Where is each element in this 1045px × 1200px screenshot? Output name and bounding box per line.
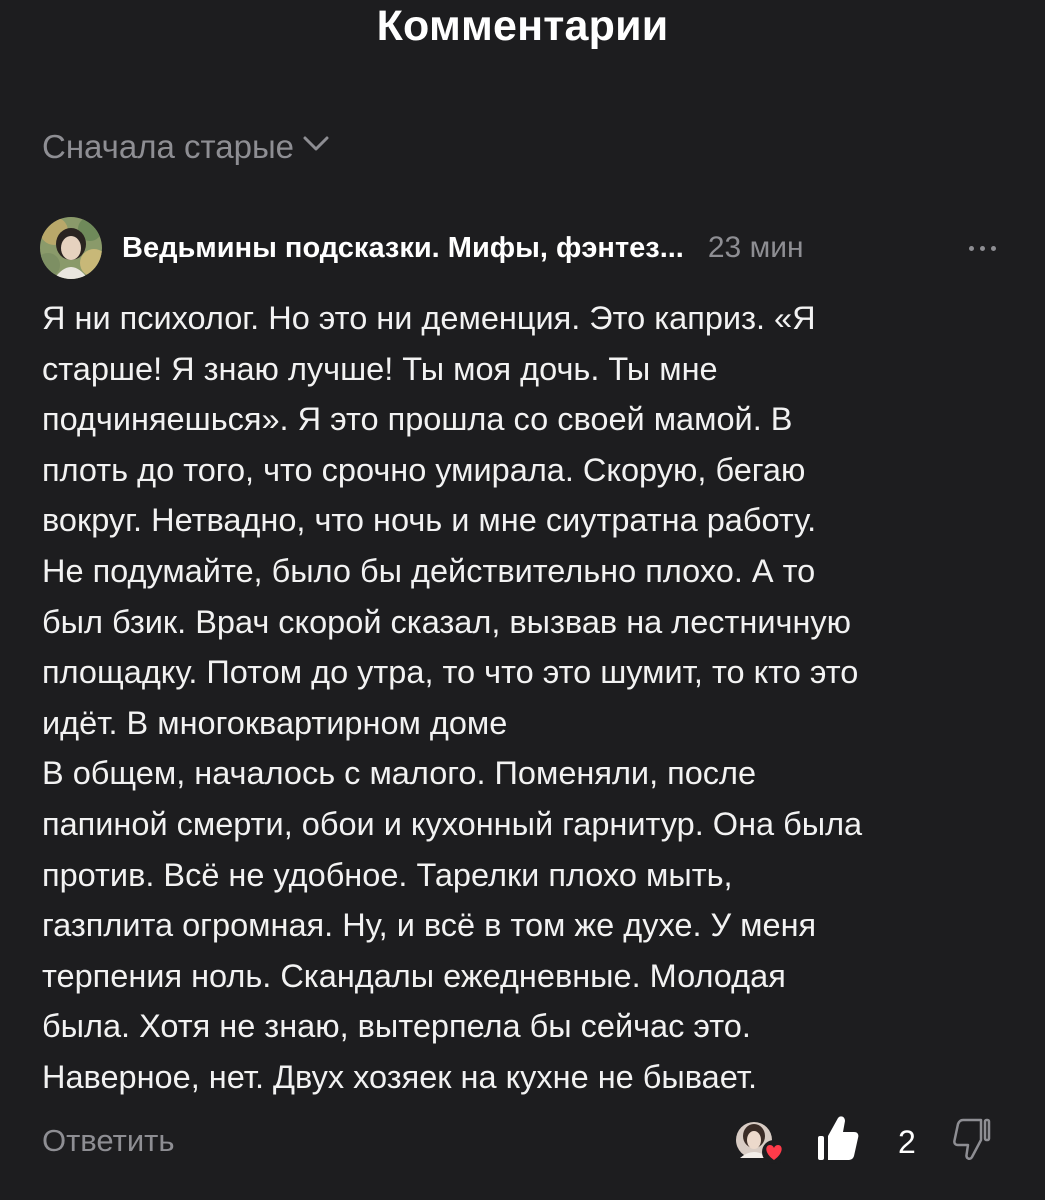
page-title: Комментарии (376, 2, 669, 50)
comment-line: площадку. Потом до утра, то что это шуми… (42, 654, 859, 691)
comment-author[interactable]: Ведьмины подсказки. Мифы, фэнтез... (122, 232, 684, 265)
more-dot (991, 245, 996, 251)
comment-header: Ведьмины подсказки. Мифы, фэнтез... 23 м… (40, 216, 1000, 280)
comment-line: идёт. В многоквартирном доме (42, 704, 508, 741)
comment-actions: 2 (730, 1112, 1005, 1172)
reply-button[interactable]: Ответить (42, 1123, 175, 1159)
comment-line: плоть до того, что срочно умирала. Скору… (42, 451, 806, 488)
more-dot (980, 245, 985, 251)
sort-dropdown[interactable]: Сначала старые (42, 128, 330, 166)
chevron-down-icon (302, 135, 330, 153)
comment-line: против. Всё не удобное. Тарелки плохо мы… (42, 856, 733, 893)
liker-avatar[interactable] (734, 1120, 792, 1170)
like-count: 2 (898, 1124, 916, 1160)
comment-line: подчиняешься». Я это прошла со своей мам… (42, 401, 793, 438)
sort-label: Сначала старые (42, 128, 295, 165)
heart-icon (760, 1140, 788, 1169)
more-dot (969, 245, 974, 251)
comment-line: терпения ноль. Скандалы ежедневные. Моло… (42, 957, 786, 994)
comment-line: папиной смерти, обои и кухонный гарнитур… (42, 805, 863, 842)
avatar[interactable] (40, 217, 102, 279)
comment-line: старше! Я знаю лучше! Ты моя дочь. Ты мн… (42, 350, 718, 387)
comment-line: В общем, началось с малого. Поменяли, по… (42, 755, 757, 792)
comment-line: газплита огромная. Ну, и всё в том же ду… (42, 907, 817, 944)
comment-text: Я ни психолог. Но это ни деменция. Это к… (42, 293, 1017, 1103)
comment-line: был бзик. Врач скорой сказал, вызвав на … (42, 603, 852, 640)
thumbs-down-icon[interactable] (952, 1118, 992, 1167)
comment-line: вокруг. Нетвадно, что ночь и мне сиутрат… (42, 502, 817, 539)
thumbs-up-icon[interactable] (816, 1114, 860, 1167)
comment-line: Я ни психолог. Но это ни деменция. Это к… (42, 300, 816, 336)
comment-line: была. Хотя не знаю, вытерпела бы сейчас … (42, 1008, 751, 1045)
comment-time: 23 мин (707, 231, 804, 264)
comment-line: Не подумайте, было бы действительно плох… (42, 552, 816, 589)
more-horizontal-icon[interactable] (965, 240, 1000, 257)
comment-line: Наверное, нет. Двух хозяек на кухне не б… (42, 1058, 758, 1095)
